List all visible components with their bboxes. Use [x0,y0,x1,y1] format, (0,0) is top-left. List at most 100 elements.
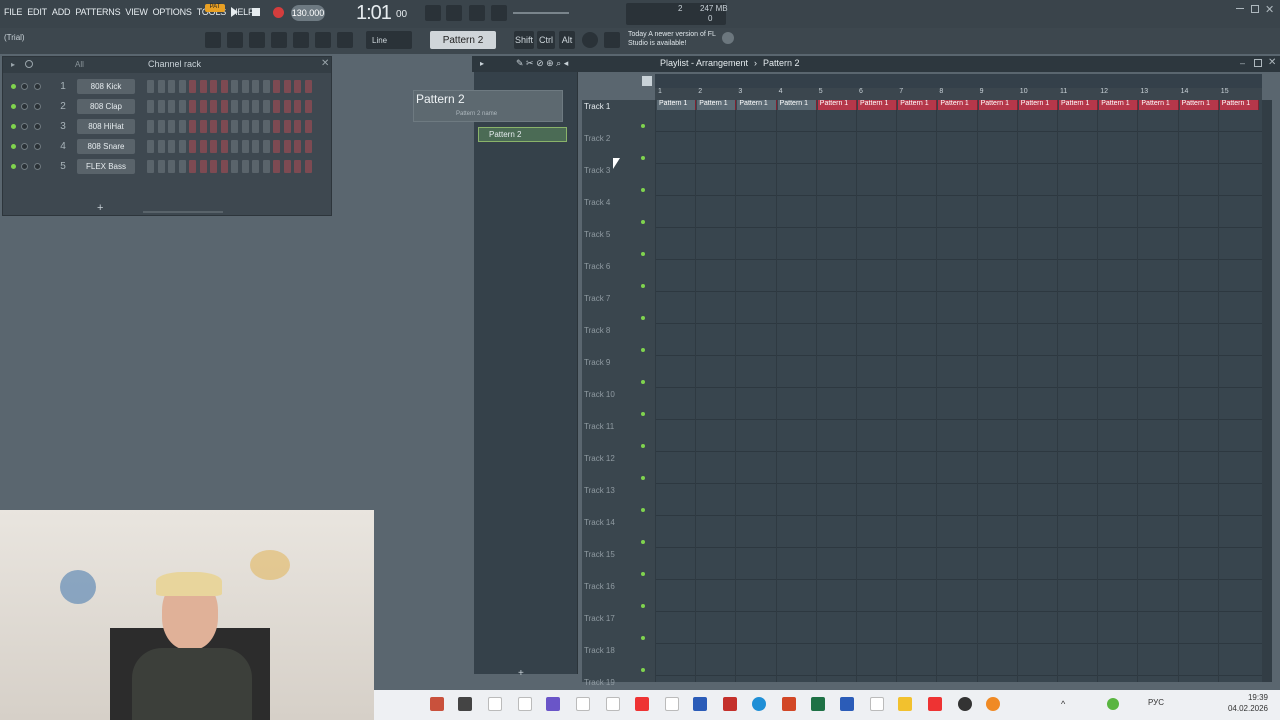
channel-rack-icon[interactable] [249,32,265,48]
taskbar-app-icon[interactable] [430,697,444,711]
track-mute-led[interactable] [641,604,645,608]
track-mute-led[interactable] [641,380,645,384]
menu-item-edit[interactable]: EDIT [27,7,47,17]
playlist-close-icon[interactable]: ✕ [1268,57,1276,68]
channel-volume-knob[interactable] [34,83,41,90]
channel-pan-knob[interactable] [21,123,28,130]
graph-icon[interactable] [25,60,33,68]
playlist-minimize-icon[interactable]: – [1240,58,1245,68]
play-icon[interactable] [231,7,238,17]
step-button[interactable] [199,80,207,93]
step-button[interactable] [283,80,291,93]
step-button[interactable] [273,100,280,113]
pattern-clip[interactable]: Pattern 1 [1219,100,1259,110]
step-button[interactable] [147,140,154,153]
step-button[interactable] [178,140,186,153]
menu-item-file[interactable]: FILE [4,7,22,17]
track-mute-led[interactable] [641,508,645,512]
step-button[interactable] [294,120,301,133]
step-button[interactable] [199,100,207,113]
step-button[interactable] [273,80,280,93]
track-label[interactable]: Track 12 [584,454,644,463]
pattern-clip[interactable]: Pattern 1 [938,100,978,110]
step-button[interactable] [241,120,249,133]
track-mute-led[interactable] [641,252,645,256]
track-label[interactable]: Track 13 [584,486,644,495]
step-button[interactable] [189,160,196,173]
step-button[interactable] [189,80,196,93]
step-button[interactable] [283,160,291,173]
rack-close-icon[interactable]: ✕ [321,58,329,69]
track-mute-led[interactable] [641,220,645,224]
shift-button[interactable]: Shift [514,31,534,49]
step-button[interactable] [210,80,217,93]
step-button[interactable] [252,140,259,153]
track-mute-led[interactable] [641,124,645,128]
ctrl-button[interactable]: Ctrl [537,31,555,49]
track-mute-led[interactable] [641,284,645,288]
channel-mute-led[interactable] [11,164,16,169]
track-label[interactable]: Track 1 [584,102,644,111]
metronome-icon[interactable] [469,5,485,21]
step-button[interactable] [273,160,280,173]
tray-clock[interactable]: 19:39 [1228,693,1268,702]
step-button[interactable] [304,80,312,93]
track-mute-led[interactable] [641,668,645,672]
step-button[interactable] [220,160,228,173]
refresh-icon[interactable] [582,32,598,48]
tray-app-icon[interactable] [1107,698,1119,710]
timeline-ruler[interactable]: 1 2 3 4 5 6 7 8 9 10 11 12 13 14 15 [655,88,1262,100]
taskbar-fl-studio-icon[interactable] [986,697,1000,711]
pattern-clip[interactable]: Pattern 1 [697,100,737,110]
stop-icon[interactable] [252,8,260,16]
channel-mute-led[interactable] [11,84,16,89]
step-button[interactable] [147,100,154,113]
tray-chevron-icon[interactable]: ^ [1061,699,1065,709]
track-label[interactable]: Track 10 [584,390,644,399]
step-button[interactable] [304,160,312,173]
taskbar-task-view-icon[interactable] [458,697,472,711]
news-icon[interactable] [604,32,620,48]
rack-scrollbar[interactable] [143,211,223,213]
track-label[interactable]: Track 7 [584,294,644,303]
maximize-icon[interactable] [1251,5,1259,13]
pattern-clip[interactable]: Pattern 1 [737,100,777,110]
channel-mute-led[interactable] [11,104,16,109]
pat-song-toggle[interactable]: PAT [205,4,225,12]
step-edit-icon[interactable] [446,5,462,21]
step-button[interactable] [168,120,175,133]
rack-menu-icon[interactable]: ▸ [11,60,15,69]
step-button[interactable] [283,120,291,133]
track-mute-led[interactable] [641,188,645,192]
playlist-v-scrollbar[interactable] [1262,100,1272,682]
step-button[interactable] [241,140,249,153]
taskbar-file-icon-4[interactable] [606,697,620,711]
pattern-clip[interactable]: Pattern 1 [898,100,938,110]
taskbar-excel-icon[interactable] [811,697,825,711]
track-label[interactable]: Track 8 [584,326,644,335]
mixer-icon[interactable] [293,32,309,48]
step-button[interactable] [147,160,154,173]
step-button[interactable] [231,100,238,113]
channel-volume-knob[interactable] [34,123,41,130]
pattern-clip[interactable]: Pattern 1 [1059,100,1099,110]
step-button[interactable] [304,140,312,153]
pattern-selector[interactable]: Pattern 2 [430,31,496,49]
step-button[interactable] [220,100,228,113]
step-button[interactable] [241,80,249,93]
step-button[interactable] [178,80,186,93]
pattern-clip[interactable]: Pattern 1 [858,100,898,110]
step-button[interactable] [178,160,186,173]
add-channel-button[interactable]: + [97,202,103,214]
update-close-icon[interactable] [722,32,734,44]
piano-roll-icon[interactable] [227,32,243,48]
taskbar-file-icon-2[interactable] [518,697,532,711]
taskbar-yandex-browser-icon[interactable] [928,697,942,711]
track-label[interactable]: Track 11 [584,422,644,431]
track-label[interactable]: Track 5 [584,230,644,239]
taskbar-obs-icon[interactable] [958,697,972,711]
taskbar-word-icon[interactable] [693,697,707,711]
channel-number[interactable]: 3 [57,121,69,132]
step-button[interactable] [168,100,175,113]
channel-pan-knob[interactable] [21,83,28,90]
